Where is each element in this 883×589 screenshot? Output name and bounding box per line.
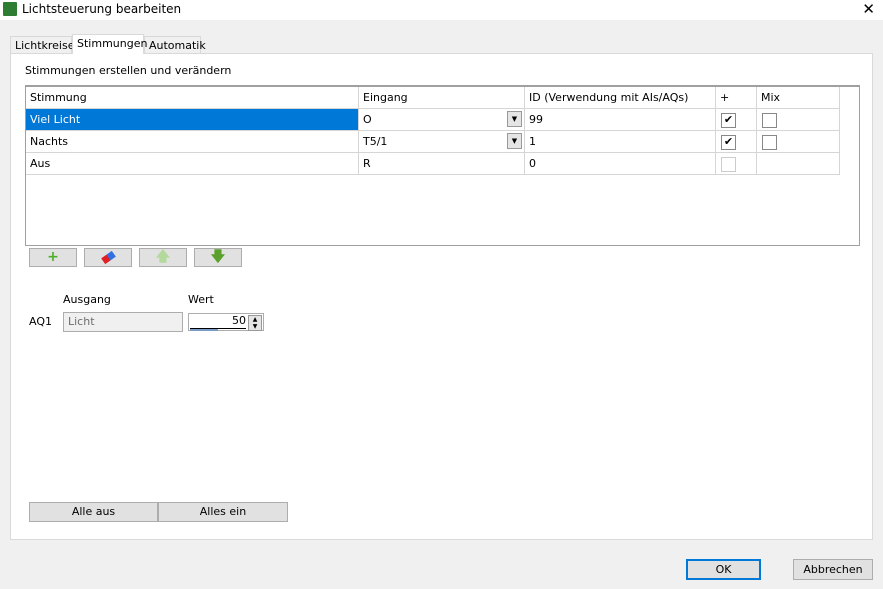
ok-button[interactable]: OK: [686, 559, 761, 580]
plus-checkbox[interactable]: [721, 157, 736, 172]
header-stimmung[interactable]: Stimmung: [26, 87, 359, 109]
close-icon[interactable]: ✕: [862, 0, 875, 18]
cell-plus: ✔: [716, 109, 757, 131]
section-title: Stimmungen erstellen und verändern: [25, 64, 232, 77]
delete-button[interactable]: [84, 248, 132, 267]
tab-stimmungen[interactable]: Stimmungen: [72, 34, 147, 54]
dropdown-arrow-icon[interactable]: ▼: [507, 133, 522, 149]
arrow-up-icon: 🡅: [155, 249, 171, 265]
plus-checkbox[interactable]: ✔: [721, 113, 736, 128]
eraser-icon: [100, 250, 116, 265]
mix-checkbox[interactable]: [762, 135, 777, 150]
alle-aus-button[interactable]: Alle aus: [29, 502, 158, 522]
cell-stimmung[interactable]: Nachts: [26, 131, 359, 153]
spin-arrows-icon[interactable]: ▲ ▼: [248, 315, 262, 331]
cell-id[interactable]: 1: [525, 131, 716, 153]
plus-checkbox[interactable]: ✔: [721, 135, 736, 150]
cell-id[interactable]: 0: [525, 153, 716, 175]
header-id[interactable]: ID (Verwendung mit AIs/AQs): [525, 87, 716, 109]
alles-ein-button[interactable]: Alles ein: [158, 502, 288, 522]
wert-label: Wert: [188, 293, 214, 306]
move-down-button[interactable]: 🡇: [194, 248, 242, 267]
cancel-button[interactable]: Abbrechen: [793, 559, 873, 580]
cell-eingang: T5/1: [363, 135, 388, 148]
wert-level-bar: [190, 329, 218, 331]
cell-mix: [757, 109, 840, 131]
app-icon: [3, 2, 17, 16]
header-mix[interactable]: Mix: [757, 87, 840, 109]
wert-value[interactable]: 50: [190, 314, 246, 329]
output-name: AQ1: [29, 315, 52, 328]
cell-stimmung[interactable]: Aus: [26, 153, 359, 175]
add-button[interactable]: +: [29, 248, 77, 267]
cell-stimmung[interactable]: Viel Licht: [26, 109, 359, 131]
ausgang-input[interactable]: Licht: [63, 312, 183, 332]
cell-eingang-dropdown[interactable]: T5/1 ▼: [359, 131, 525, 153]
cell-mix: [757, 153, 840, 175]
cell-eingang-dropdown[interactable]: O ▼: [359, 109, 525, 131]
ausgang-label: Ausgang: [63, 293, 111, 306]
header-eingang[interactable]: Eingang: [359, 87, 525, 109]
cell-mix: [757, 131, 840, 153]
cell-id[interactable]: 99: [525, 109, 716, 131]
move-up-button[interactable]: 🡅: [139, 248, 187, 267]
cell-eingang: O: [363, 113, 372, 126]
cell-plus: ✔: [716, 131, 757, 153]
header-plus[interactable]: +: [716, 87, 757, 109]
cell-plus: [716, 153, 757, 175]
tab-automatik[interactable]: Automatik: [144, 36, 206, 53]
cell-eingang[interactable]: R: [359, 153, 525, 175]
dropdown-arrow-icon[interactable]: ▼: [507, 111, 522, 127]
mix-checkbox[interactable]: [762, 113, 777, 128]
arrow-down-icon: 🡇: [210, 249, 226, 265]
wert-spinner[interactable]: 50 ▲ ▼: [188, 313, 264, 331]
tab-lichtkreise[interactable]: Lichtkreise: [10, 36, 75, 53]
stimmungen-table: Stimmung Eingang ID (Verwendung mit AIs/…: [25, 85, 860, 246]
window-title: Lichtsteuerung bearbeiten: [22, 2, 182, 16]
